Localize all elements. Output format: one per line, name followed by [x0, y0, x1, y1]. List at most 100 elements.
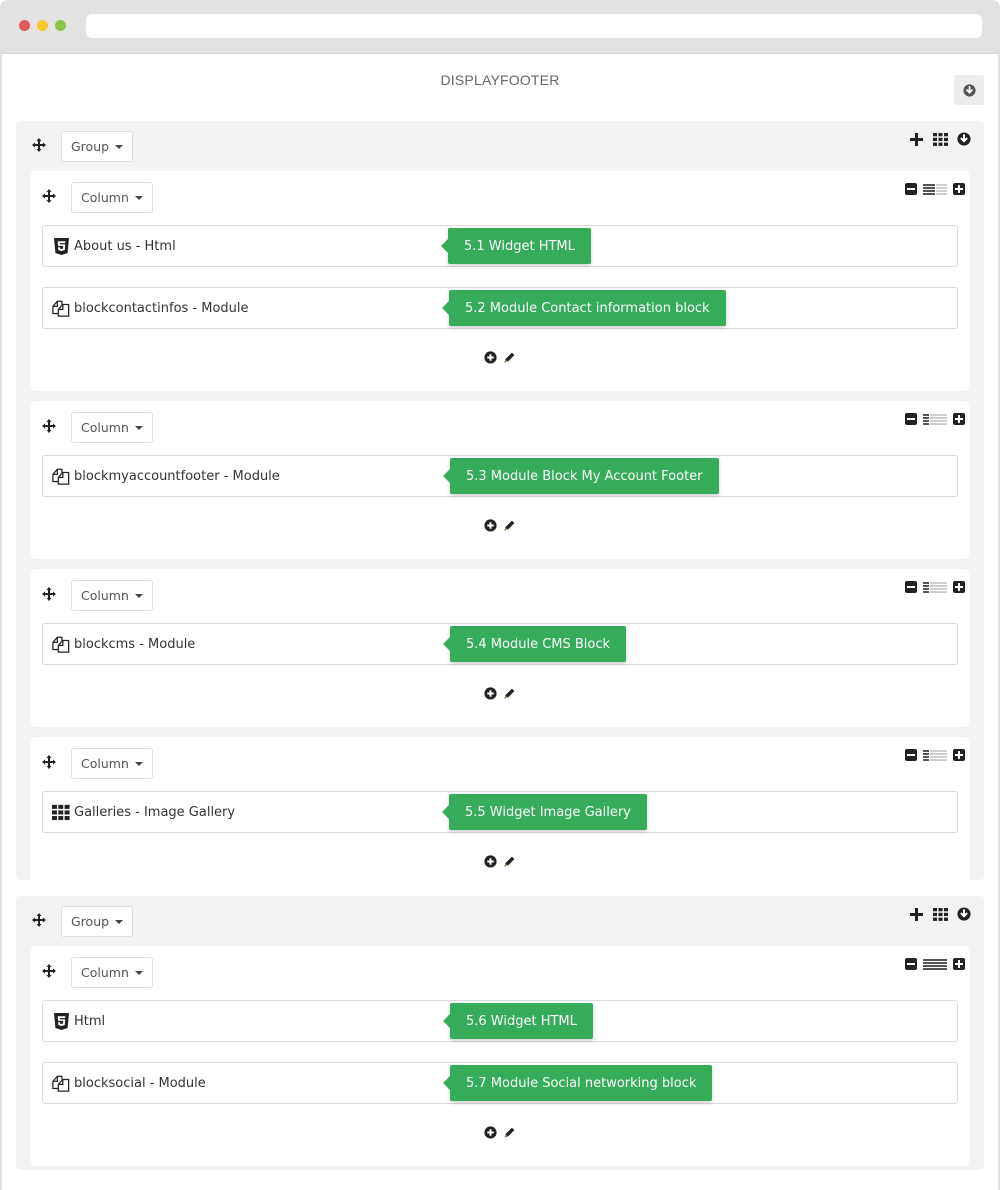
decrease-width-minus-icon[interactable] — [905, 581, 917, 593]
group-columns: Column Html 5.6 Widget HTML blocksocial - M… — [16, 946, 984, 1166]
block-item[interactable]: blockmyaccountfooter - Module 5.3 Module … — [42, 455, 958, 497]
block-label: blockmyaccountfooter - Module — [74, 468, 280, 484]
close-window-button[interactable] — [19, 20, 30, 31]
decrease-width-minus-icon[interactable] — [905, 183, 917, 195]
column-footer — [31, 1124, 969, 1166]
width-indicator-line — [923, 183, 947, 186]
module-icon — [52, 299, 70, 317]
decrease-width-minus-icon[interactable] — [905, 958, 917, 970]
caret-down-icon — [134, 761, 143, 766]
column: Column Galleries - Image Gallery 5.5 Widge… — [31, 737, 969, 895]
module-icon — [52, 1074, 70, 1092]
column: Column Html 5.6 Widget HTML blocksocial - M… — [31, 946, 969, 1166]
annotation-callout: 5.5 Widget Image Gallery — [442, 794, 647, 830]
decrease-width-minus-icon[interactable] — [905, 413, 917, 425]
width-indicator-line — [923, 587, 947, 590]
add-column-plus-icon[interactable] — [908, 131, 924, 147]
column-header: Column — [31, 171, 969, 225]
annotation-callout: 5.1 Widget HTML — [441, 228, 591, 264]
column-width-indicator — [923, 183, 947, 195]
column-dropdown-button[interactable]: Column — [71, 748, 153, 779]
address-bar[interactable] — [86, 14, 982, 38]
move-handle-icon[interactable] — [41, 754, 57, 770]
group-tools — [908, 906, 972, 922]
decrease-width-minus-icon[interactable] — [905, 749, 917, 761]
caret-down-icon — [115, 919, 124, 924]
edit-pencil-icon[interactable] — [502, 349, 518, 365]
group-dropdown-button[interactable]: Group — [61, 906, 134, 937]
width-indicator-line — [923, 967, 947, 970]
annotation-callout: 5.7 Module Social networking block — [442, 1065, 713, 1101]
width-indicator-line — [923, 422, 947, 425]
column-footer — [31, 517, 969, 559]
column-dropdown-button[interactable]: Column — [71, 957, 153, 988]
column-width-indicator — [923, 958, 947, 970]
gallery-icon — [52, 803, 70, 821]
column-width-tools — [905, 749, 965, 761]
column-dropdown-label: Column — [81, 965, 129, 980]
width-indicator-line — [923, 590, 947, 593]
block-item[interactable]: Galleries - Image Gallery 5.5 Widget Imag… — [42, 791, 958, 833]
add-column-plus-icon[interactable] — [908, 906, 924, 922]
width-indicator-line — [923, 961, 947, 964]
column-dropdown-button[interactable]: Column — [71, 182, 153, 213]
move-handle-icon[interactable] — [31, 912, 47, 928]
edit-pencil-icon[interactable] — [502, 517, 518, 533]
module-icon — [52, 635, 70, 653]
block-label: Html — [74, 1013, 106, 1029]
arrow-circle-down-icon[interactable] — [956, 131, 972, 147]
column-header: Column — [31, 401, 969, 455]
edit-pencil-icon[interactable] — [502, 685, 518, 701]
move-handle-icon[interactable] — [41, 188, 57, 204]
move-handle-icon[interactable] — [41, 418, 57, 434]
add-block-plus-circle-icon[interactable] — [483, 1124, 499, 1140]
width-indicator-line — [923, 419, 947, 422]
width-indicator-line — [923, 584, 947, 587]
width-indicator-line — [923, 416, 947, 419]
increase-width-plus-icon[interactable] — [953, 183, 965, 195]
block-item[interactable]: blockcontactinfos - Module 5.2 Module Con… — [42, 287, 958, 329]
column-dropdown-button[interactable]: Column — [71, 580, 153, 611]
add-block-plus-circle-icon[interactable] — [483, 517, 499, 533]
block-item[interactable]: blocksocial - Module 5.7 Module Social ne… — [42, 1062, 958, 1104]
column-width-tools — [905, 581, 965, 593]
width-indicator-line — [923, 413, 947, 416]
block-item[interactable]: Html 5.6 Widget HTML — [42, 1000, 958, 1042]
maximize-window-button[interactable] — [55, 20, 66, 31]
module-icon — [52, 467, 70, 485]
width-indicator-line — [923, 752, 947, 755]
increase-width-plus-icon[interactable] — [953, 958, 965, 970]
increase-width-plus-icon[interactable] — [953, 413, 965, 425]
column-dropdown-button[interactable]: Column — [71, 412, 153, 443]
minimize-window-button[interactable] — [37, 20, 48, 31]
column-footer — [31, 349, 969, 391]
add-block-plus-circle-icon[interactable] — [483, 853, 499, 869]
edit-pencil-icon[interactable] — [502, 1124, 518, 1140]
annotation-callout: 5.6 Widget HTML — [443, 1003, 593, 1039]
block-item[interactable]: About us - Html 5.1 Widget HTML — [42, 225, 958, 267]
block-label: blockcontactinfos - Module — [74, 300, 249, 316]
move-handle-icon[interactable] — [41, 586, 57, 602]
grid-icon[interactable] — [932, 906, 948, 922]
width-indicator-line — [923, 189, 947, 192]
hook-toggle-button[interactable] — [954, 75, 984, 105]
block-item[interactable]: blockcms - Module 5.4 Module CMS Block — [42, 623, 958, 665]
edit-pencil-icon[interactable] — [502, 853, 518, 869]
increase-width-plus-icon[interactable] — [953, 581, 965, 593]
group-dropdown-button[interactable]: Group — [61, 131, 134, 162]
move-handle-icon[interactable] — [31, 137, 47, 153]
annotation-callout: 5.3 Module Block My Account Footer — [443, 458, 719, 494]
caret-down-icon — [134, 970, 143, 975]
move-handle-icon[interactable] — [41, 963, 57, 979]
grid-icon[interactable] — [932, 131, 948, 147]
column-width-indicator — [923, 749, 947, 761]
group: Group Column Html 5.6 Widget HTML blocksoci… — [16, 896, 984, 1170]
width-indicator-line — [923, 958, 947, 961]
column-dropdown-label: Column — [81, 190, 129, 205]
annotation-callout: 5.2 Module Contact information block — [442, 290, 726, 326]
group: Group Column About us - Html 5.1 Widget HT… — [16, 121, 984, 895]
arrow-circle-down-icon[interactable] — [956, 906, 972, 922]
increase-width-plus-icon[interactable] — [953, 749, 965, 761]
add-block-plus-circle-icon[interactable] — [483, 349, 499, 365]
add-block-plus-circle-icon[interactable] — [483, 685, 499, 701]
